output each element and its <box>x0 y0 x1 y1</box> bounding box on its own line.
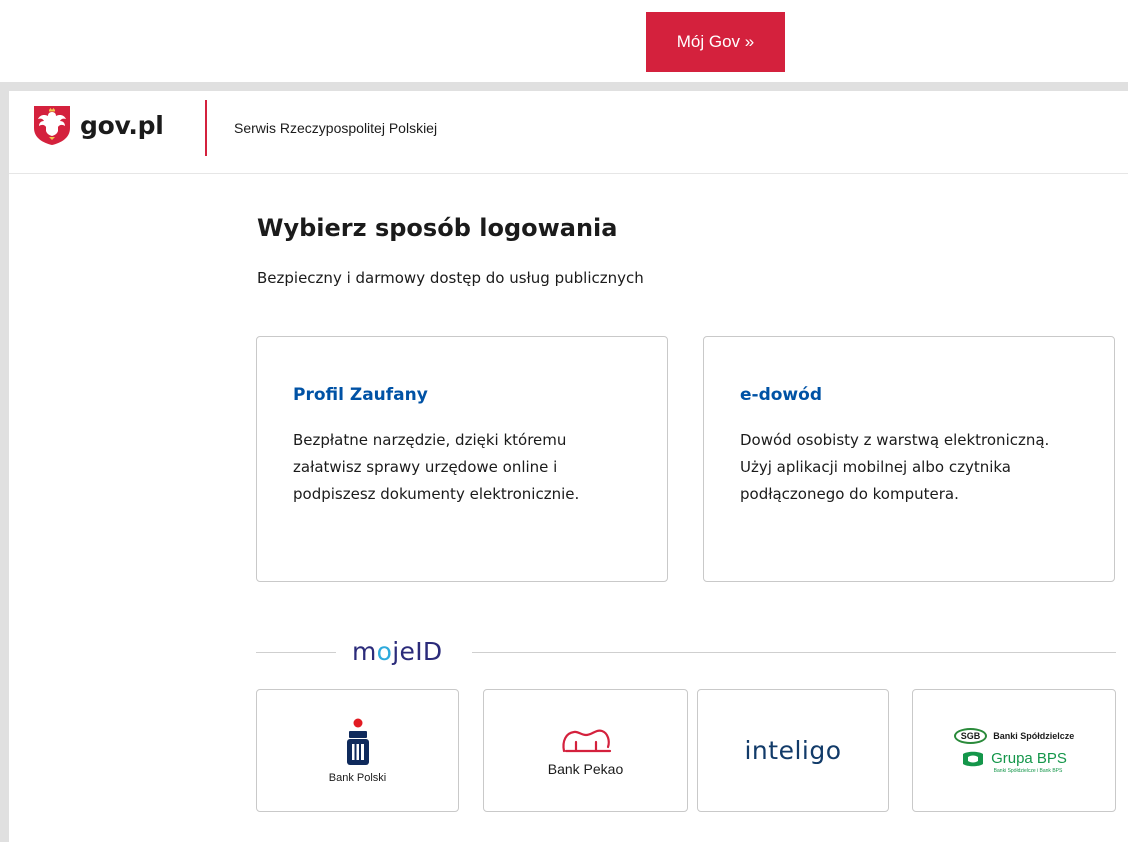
service-name: Serwis Rzeczypospolitej Polskiej <box>234 120 438 136</box>
bps-name: Grupa BPS <box>991 750 1067 767</box>
bps-top-row: SGB Banki Spółdzielcze <box>953 727 1075 744</box>
e-dowod-description: Dowód osobisty z warstwą elektroniczną. … <box>740 431 1050 503</box>
bank-inteligo-button[interactable]: inteligo <box>697 689 889 812</box>
profil-zaufany-card[interactable]: Profil Zaufany Bezpłatne narzędzie, dzię… <box>256 336 668 582</box>
bps-mid-row: Grupa BPS <box>961 750 1067 768</box>
mojeid-accent-letter: o <box>376 637 393 666</box>
page-title: Wybierz sposób logowania <box>257 214 618 242</box>
bank-pekao-name: Bank Pekao <box>547 760 624 777</box>
bank-pekao-button[interactable]: Bank Pekao <box>483 689 688 812</box>
grupa-bps-logo-icon <box>963 751 984 766</box>
bank-pko-name: Bank Polski <box>328 771 387 784</box>
site-header: gov.pl Serwis Rzeczypospolitej Polskiej <box>9 91 1128 174</box>
bps-subtext: Banki Spółdzielcze i Bank BPS <box>993 767 1063 774</box>
separator-line-right <box>472 652 1116 653</box>
sgb-badge: SGB <box>953 727 988 744</box>
page-subtitle: Bezpieczny i darmowy dostęp do usług pub… <box>257 269 644 287</box>
profil-zaufany-description: Bezpłatne narzędzie, dzięki któremu zała… <box>293 431 580 503</box>
bps-top-text: Banki Spółdzielcze <box>993 730 1075 741</box>
bank-pekao-bison-logo-icon <box>561 729 611 752</box>
e-dowod-title[interactable]: e-dowód <box>740 385 822 405</box>
gov-pl-logo[interactable]: gov.pl <box>31 104 164 146</box>
header-divider <box>205 100 207 156</box>
moj-gov-button[interactable]: Mój Gov » <box>646 12 785 72</box>
bank-pko-button[interactable]: Bank Polski <box>256 689 459 812</box>
e-dowod-card[interactable]: e-dowód Dowód osobisty z warstwą elektro… <box>703 336 1115 582</box>
inteligo-logo: inteligo <box>744 736 842 765</box>
pko-bank-polski-logo-icon <box>346 718 369 765</box>
polish-eagle-icon <box>34 106 70 145</box>
logo-text: gov.pl <box>80 110 164 140</box>
separator-line-left <box>256 652 336 653</box>
bank-bps-button[interactable]: SGB Banki Spółdzielcze Grupa BPS Banki S… <box>912 689 1116 812</box>
mojeid-logo: mojeID <box>352 637 443 666</box>
profil-zaufany-title[interactable]: Profil Zaufany <box>293 385 428 405</box>
